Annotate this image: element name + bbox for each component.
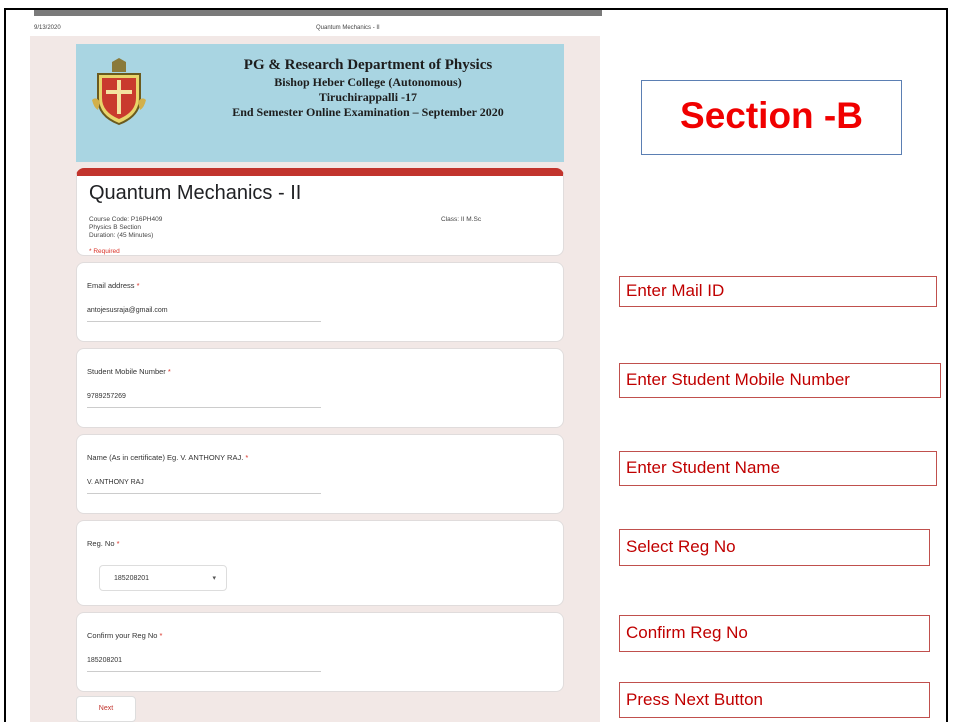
email-underline: [87, 321, 321, 322]
confirm-underline: [87, 671, 321, 672]
reg-number-dropdown[interactable]: 185208201 ▾: [99, 565, 227, 591]
mobile-underline: [87, 407, 321, 408]
annotation-next: Press Next Button: [619, 682, 930, 718]
mobile-label: Student Mobile Number *: [87, 367, 171, 376]
exam-duration: Duration: (45 Minutes): [89, 232, 154, 239]
reg-question-card: Reg. No * 185208201 ▾: [76, 520, 564, 606]
name-field[interactable]: V. ANTHONY RAJ: [87, 479, 144, 486]
section-callout: Section -B: [641, 80, 902, 155]
annotation-reg: Select Reg No: [619, 529, 930, 566]
banner-text: PG & Research Department of Physics Bish…: [178, 56, 558, 120]
college-city: Tiruchirappalli -17: [318, 90, 418, 104]
course-section: Physics B Section: [89, 224, 142, 231]
confirm-label: Confirm your Reg No *: [87, 631, 163, 640]
department-name: PG & Research Department of Physics: [243, 57, 493, 73]
header-banner: PG & Research Department of Physics Bish…: [76, 44, 564, 162]
browser-top-bar: [34, 10, 602, 16]
required-note: * Required: [89, 248, 120, 255]
print-title: Quantum Mechanics - II: [316, 25, 380, 31]
print-date: 9/13/2020: [34, 25, 61, 31]
name-underline: [87, 493, 321, 494]
email-field[interactable]: antojesusraja@gmail.com: [87, 307, 168, 314]
confirm-question-card: Confirm your Reg No * 185208201: [76, 612, 564, 692]
annotation-mobile: Enter Student Mobile Number: [619, 363, 941, 398]
chevron-down-icon: ▾: [212, 575, 216, 582]
print-header: 9/13/2020 Quantum Mechanics - II: [30, 22, 600, 36]
form-title-card: Quantum Mechanics - II Course Code: P16P…: [76, 168, 564, 256]
class-label: Class: II M.Sc: [441, 216, 482, 223]
mobile-question-card: Student Mobile Number * 9789257269: [76, 348, 564, 428]
college-crest-icon: [90, 56, 148, 126]
annotation-mail: Enter Mail ID: [619, 276, 937, 307]
exam-title: End Semester Online Examination – Septem…: [232, 105, 504, 119]
course-code: Course Code: P16PH409: [89, 216, 163, 223]
form-title: Quantum Mechanics - II: [89, 182, 302, 204]
college-name: Bishop Heber College (Autonomous): [274, 75, 462, 89]
email-question-card: Email address * antojesusraja@gmail.com: [76, 262, 564, 342]
email-label: Email address *: [87, 281, 140, 290]
next-button[interactable]: Next: [76, 696, 136, 722]
mobile-field[interactable]: 9789257269: [87, 393, 126, 400]
course-meta: Course Code: P16PH409 Physics B Section …: [89, 216, 162, 240]
confirm-reg-field[interactable]: 185208201: [87, 657, 122, 664]
annotation-name: Enter Student Name: [619, 451, 937, 486]
annotation-confirm: Confirm Reg No: [619, 615, 930, 652]
name-label: Name (As in certificate) Eg. V. ANTHONY …: [87, 453, 249, 462]
reg-number-selected: 185208201: [114, 575, 150, 582]
reg-label: Reg. No *: [87, 539, 120, 548]
name-question-card: Name (As in certificate) Eg. V. ANTHONY …: [76, 434, 564, 514]
section-label: Section -B: [680, 95, 863, 136]
